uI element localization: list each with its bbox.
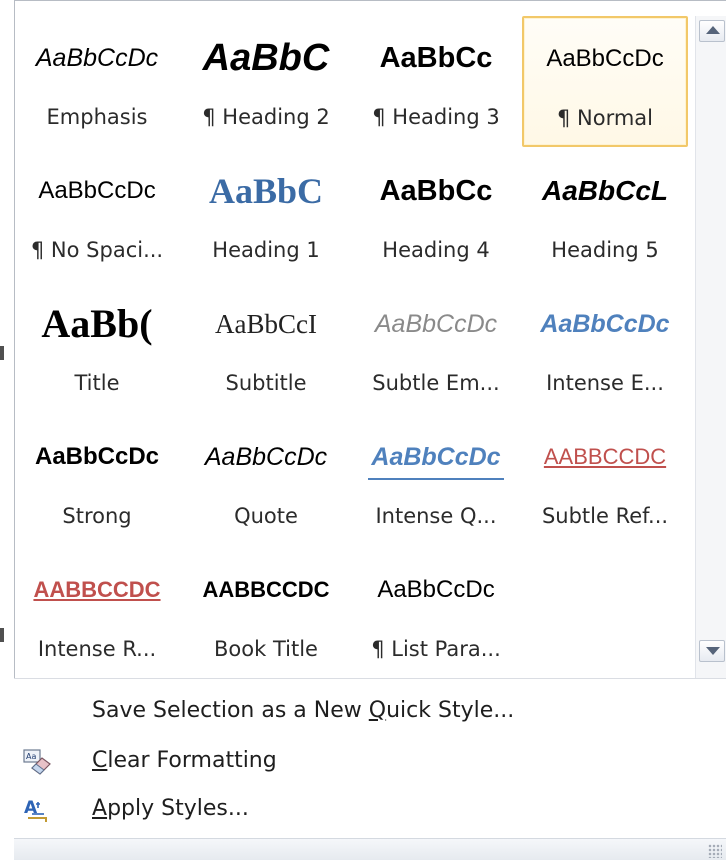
style-sample-underline (368, 478, 504, 480)
style-name-label: ¶ No Spaci... (30, 238, 164, 262)
style-sample-preview: AaBbCcL (541, 175, 668, 206)
apply-label-mnemonic: A (92, 796, 108, 821)
style-sample-preview: AaBbCcI (215, 309, 317, 339)
resize-grip-icon[interactable] (708, 844, 722, 858)
style-sample-preview: AaBb( (41, 301, 153, 346)
style-name-label: ¶ Normal (556, 106, 654, 130)
style-item[interactable]: AaBbC ¶ Heading 2 (183, 16, 349, 147)
save-label-suffix: uick Style... (386, 698, 515, 723)
scroll-down-arrow-icon (706, 647, 720, 655)
style-sample-preview: AaBbCcDc (374, 310, 498, 338)
save-as-quick-style-item[interactable]: Save Selection as a New Quick Style... (14, 689, 726, 733)
style-name-label: Quote (234, 504, 298, 528)
svg-text:Aa: Aa (26, 752, 36, 761)
style-item[interactable]: AABBCCDC Intense R... (14, 548, 180, 679)
style-name-label: ¶ List Para... (371, 637, 501, 661)
style-sample-preview: AABBCCDC (33, 577, 161, 602)
style-name-label: Intense E... (546, 371, 664, 395)
scroll-down-button[interactable] (699, 640, 725, 662)
style-sample-preview: AaBbCc (379, 42, 493, 74)
style-item[interactable]: AaBbCcDc ¶ Normal (522, 16, 688, 147)
style-sample-preview: AaBbCcDc (204, 443, 328, 471)
save-as-quick-style-label: Save Selection as a New Quick Style... (92, 696, 514, 726)
style-name-label: Title (74, 371, 120, 395)
scroll-up-arrow-icon (706, 26, 720, 34)
style-sample-preview: AaBbCcDc (38, 177, 156, 204)
style-name-label: Heading 1 (212, 238, 320, 262)
styles-menu: Save Selection as a New Quick Style... A… (14, 678, 726, 860)
style-name-label: Subtle Ref... (541, 504, 669, 528)
style-item[interactable]: AaBbCcDc Strong (14, 415, 180, 546)
style-name-label: Subtitle (225, 371, 307, 395)
style-item[interactable]: AaBbCcDc Intense E... (522, 282, 688, 413)
style-name-label: Emphasis (46, 105, 148, 129)
svg-text:A: A (24, 798, 38, 818)
style-name-label: Heading 4 (382, 238, 490, 262)
page-edge-fragment (0, 346, 4, 360)
style-item[interactable]: AaBbCcDc Emphasis (14, 16, 180, 147)
style-item[interactable]: AaBbCcDc Subtle Em... (353, 282, 519, 413)
style-item[interactable]: AaBbC Heading 1 (183, 149, 349, 280)
style-item[interactable]: AaBbCcDc ¶ No Spaci... (14, 149, 180, 280)
apply-styles-label: Apply Styles... (92, 794, 249, 824)
style-item[interactable]: AaBbCcL Heading 5 (522, 149, 688, 280)
apply-label-suffix: pply Styles... (107, 796, 249, 821)
style-item[interactable]: AABBCCDC Subtle Ref... (522, 415, 688, 546)
style-sample-preview: AaBbCc (379, 175, 493, 207)
style-item[interactable]: AaBbCcDc ¶ List Para... (353, 548, 519, 679)
clear-formatting-item[interactable]: Aa Clear Formatting (14, 739, 726, 783)
style-sample-preview: AaBbCcDc (546, 45, 664, 72)
style-name-label: Subtle Em... (372, 371, 500, 395)
style-name-label: ¶ Heading 3 (372, 105, 500, 129)
clear-formatting-label: Clear Formatting (92, 746, 277, 776)
style-sample-preview: AaBbCcDc (34, 443, 160, 470)
apply-styles-item[interactable]: A Apply Styles... (14, 787, 726, 831)
clear-label-suffix: lear Formatting (107, 748, 277, 773)
style-item[interactable]: AaBbCcDc Quote (183, 415, 349, 546)
style-name-label: ¶ Heading 2 (202, 105, 330, 129)
save-label-mnemonic: Q (368, 698, 387, 723)
style-sample-preview: AaBbCcDc (35, 44, 159, 72)
style-item[interactable]: AaBbCcDc Intense Q... (353, 415, 519, 546)
save-label-prefix: Save Selection as a New (92, 698, 369, 723)
style-sample-preview: AaBbCcDc (540, 310, 670, 338)
style-name-label: Book Title (214, 637, 318, 661)
style-name-label: Heading 5 (551, 238, 659, 262)
style-name-label: Intense Q... (375, 504, 497, 528)
style-sample-preview: AABBCCDC (202, 577, 330, 602)
scroll-up-button[interactable] (699, 20, 725, 42)
gallery-scrollbar[interactable] (695, 16, 726, 678)
clear-label-mnemonic: C (92, 748, 108, 773)
style-item[interactable]: AaBbCcI Subtitle (183, 282, 349, 413)
clear-formatting-eraser-icon: Aa (22, 748, 52, 776)
style-name-label: Intense R... (37, 637, 157, 661)
style-item[interactable]: AaBbCc ¶ Heading 3 (353, 16, 519, 147)
page-edge-fragment (0, 628, 4, 642)
style-sample-preview: AaBbC (202, 37, 330, 79)
quick-styles-gallery: AaBbCcDc Emphasis AaBbC ¶ Heading 2 AaBbCc ¶ … (14, 16, 695, 678)
style-sample-preview: AaBbCcDc (371, 443, 501, 471)
style-item[interactable]: AABBCCDC Book Title (183, 548, 349, 679)
apply-styles-icon: A (22, 796, 52, 824)
style-name-label: Strong (62, 504, 132, 528)
style-item[interactable]: AaBbCc Heading 4 (353, 149, 519, 280)
menu-status-bar (14, 838, 726, 860)
style-sample-preview: AaBbCcDc (377, 576, 495, 603)
style-sample-preview: AaBbC (208, 171, 324, 211)
style-item[interactable]: AaBb( Title (14, 282, 180, 413)
style-sample-preview: AABBCCDC (543, 444, 667, 469)
